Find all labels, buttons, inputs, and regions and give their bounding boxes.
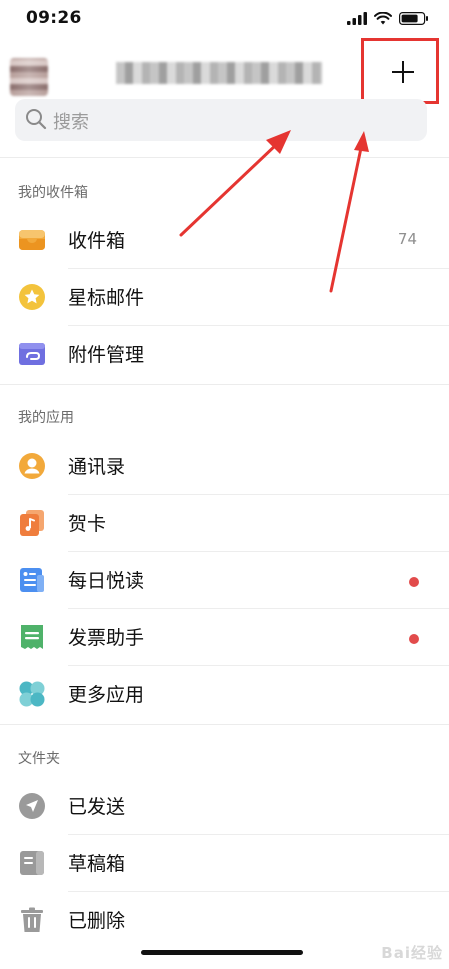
list-item-label: 发票助手 bbox=[68, 627, 145, 649]
section-title-mailbox: 我的收件箱 bbox=[18, 185, 88, 201]
search-icon bbox=[26, 109, 47, 130]
list-item-label: 通讯录 bbox=[68, 456, 126, 478]
list-item-label: 收件箱 bbox=[68, 230, 126, 252]
signal-icon bbox=[347, 12, 367, 25]
add-button[interactable] bbox=[361, 38, 439, 104]
list-item-attachments[interactable]: 附件管理 bbox=[0, 326, 449, 383]
status-time: 09:26 bbox=[26, 8, 82, 28]
list-item-contacts[interactable]: 通讯录 bbox=[0, 438, 449, 495]
list-item-starred[interactable]: 星标邮件 bbox=[0, 269, 449, 326]
watermark: Bai经验 bbox=[381, 944, 443, 962]
more-apps-icon bbox=[19, 681, 45, 707]
greeting-card-icon bbox=[20, 510, 44, 536]
list-item-inbox[interactable]: 收件箱 74 bbox=[0, 212, 449, 269]
list-item-label: 星标邮件 bbox=[68, 287, 145, 309]
trash-icon bbox=[21, 907, 43, 932]
wifi-icon bbox=[374, 12, 392, 25]
inbox-icon bbox=[19, 230, 45, 250]
home-indicator bbox=[141, 950, 303, 955]
unread-count: 74 bbox=[397, 230, 417, 248]
list-item-label: 每日悦读 bbox=[68, 570, 145, 592]
invoice-icon bbox=[21, 625, 43, 649]
drafts-icon bbox=[20, 851, 44, 875]
status-icons bbox=[347, 12, 429, 25]
list-item-label: 已发送 bbox=[68, 796, 126, 818]
list-item-trash[interactable]: 已删除 bbox=[0, 892, 449, 949]
status-bar: 09:26 bbox=[0, 0, 449, 38]
plus-icon bbox=[392, 61, 414, 83]
section-title-folders: 文件夹 bbox=[18, 751, 60, 767]
avatar[interactable] bbox=[10, 58, 48, 96]
list-item-label: 贺卡 bbox=[68, 513, 107, 535]
search-placeholder: 搜索 bbox=[53, 112, 89, 133]
reading-icon bbox=[20, 568, 44, 592]
list-item-label: 更多应用 bbox=[68, 684, 145, 706]
account-email[interactable] bbox=[116, 62, 322, 84]
list-item-sent[interactable]: 已发送 bbox=[0, 778, 449, 835]
search-input[interactable]: 搜索 bbox=[15, 99, 427, 141]
list-item-label: 草稿箱 bbox=[68, 853, 126, 875]
list-item-label: 附件管理 bbox=[68, 344, 145, 366]
app-header bbox=[0, 38, 449, 104]
notification-dot bbox=[409, 577, 419, 587]
list-item-more-apps[interactable]: 更多应用 bbox=[0, 666, 449, 723]
list-item-label: 已删除 bbox=[68, 910, 126, 932]
list-item-invoice-assistant[interactable]: 发票助手 bbox=[0, 609, 449, 666]
attachment-icon bbox=[19, 343, 45, 365]
divider bbox=[0, 724, 449, 725]
sent-icon bbox=[19, 793, 45, 819]
battery-icon bbox=[399, 12, 428, 25]
list-item-drafts[interactable]: 草稿箱 bbox=[0, 835, 449, 892]
divider bbox=[0, 157, 449, 158]
list-item-daily-reading[interactable]: 每日悦读 bbox=[0, 552, 449, 609]
list-item-greeting-card[interactable]: 贺卡 bbox=[0, 495, 449, 552]
contacts-icon bbox=[19, 453, 45, 479]
divider bbox=[0, 384, 449, 385]
notification-dot bbox=[409, 634, 419, 644]
star-icon bbox=[19, 284, 45, 310]
section-title-apps: 我的应用 bbox=[18, 410, 74, 426]
